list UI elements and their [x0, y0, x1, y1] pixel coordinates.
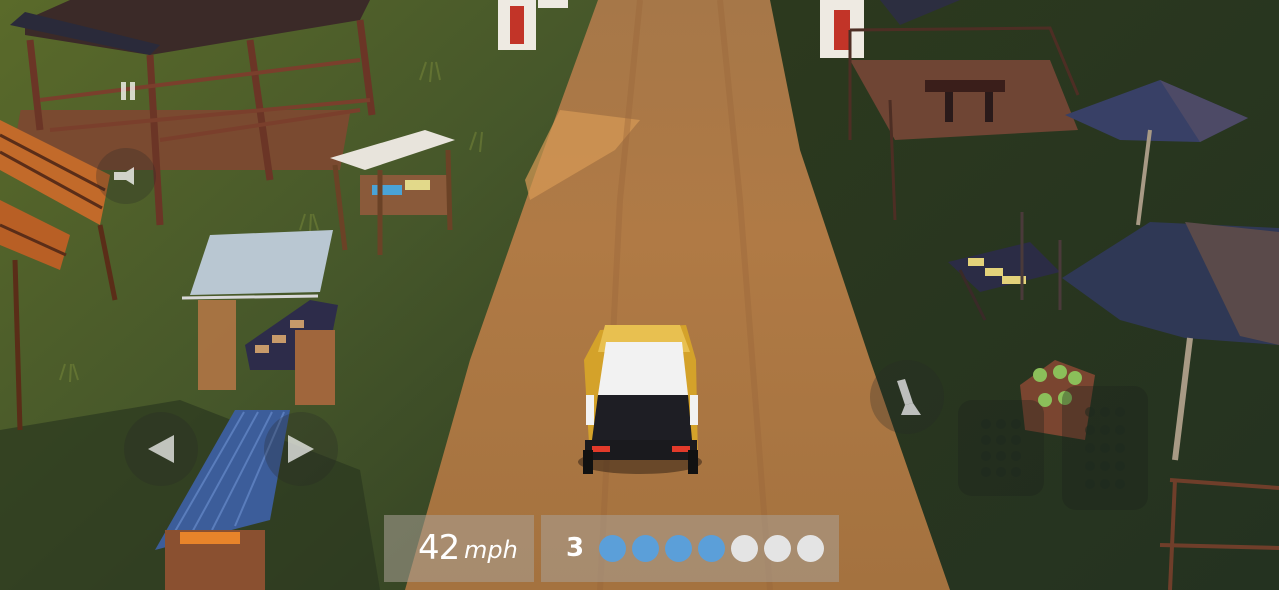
rally-car — [578, 325, 702, 474]
brake-pedal-button[interactable] — [958, 400, 1044, 496]
gas-pedal-button[interactable] — [1062, 386, 1148, 510]
gas-pedal-icon — [1085, 407, 1125, 489]
pause-button[interactable] — [98, 63, 158, 119]
rpm-dot-lit — [698, 535, 725, 562]
rpm-dot-unlit — [731, 535, 758, 562]
speed-unit: mph — [464, 536, 518, 564]
speedometer-panel: 42 mph — [384, 515, 534, 582]
rpm-dot-unlit — [797, 535, 824, 562]
gear-indicator: 3 — [566, 533, 585, 563]
handbrake-button[interactable] — [870, 360, 944, 434]
rpm-indicator — [599, 535, 824, 562]
brake-pedal-icon — [981, 419, 1021, 477]
pause-icon — [121, 82, 135, 100]
gear-rpm-panel: 3 — [541, 515, 839, 582]
rpm-dot-lit — [599, 535, 626, 562]
rpm-dot-lit — [665, 535, 692, 562]
speed-value: 42 — [418, 528, 460, 568]
steer-right-button[interactable] — [264, 412, 338, 486]
camera-icon — [114, 167, 134, 185]
rpm-dot-lit — [632, 535, 659, 562]
steer-left-button[interactable] — [124, 412, 198, 486]
handbrake-icon — [897, 379, 921, 415]
arrow-left-icon — [148, 435, 174, 463]
camera-button[interactable] — [96, 148, 156, 204]
arrow-right-icon — [288, 435, 314, 463]
rpm-dot-unlit — [764, 535, 791, 562]
